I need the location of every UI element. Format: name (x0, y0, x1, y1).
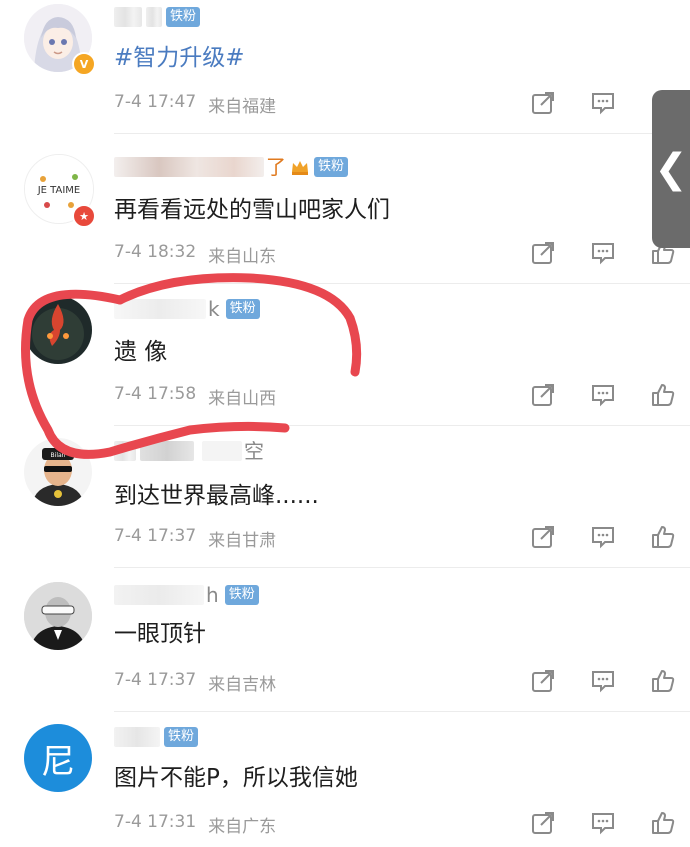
username[interactable]: 了 铁粉 (114, 154, 349, 180)
blurred-name (140, 441, 194, 461)
comment-location: 来自福建 (208, 97, 277, 117)
like-icon[interactable] (650, 668, 676, 694)
fan-badge: 铁粉 (166, 7, 201, 27)
avatar[interactable] (24, 582, 92, 650)
comment-text[interactable]: 图片不能P，所以我信她 (114, 762, 358, 794)
like-icon[interactable] (650, 382, 676, 408)
comment-icon[interactable] (590, 668, 616, 694)
comment-location: 来自山西 (208, 389, 277, 409)
share-icon[interactable] (530, 668, 556, 694)
comment-actions (530, 810, 676, 836)
comment-date: 7-4 18:32 (114, 242, 197, 262)
comment-actions (530, 524, 676, 550)
comment-item: JE TAIME ★ 了 铁粉 再看看远处的雪山吧家人们 7-4 18:32 来… (0, 142, 690, 284)
comment-meta: 7-4 17:31 来自广东 (114, 812, 276, 837)
comment-text[interactable]: 到达世界最高峰...... (114, 480, 319, 512)
comment-item: V 铁粉 #智力升级# 7-4 17:47 来自福建 (0, 0, 690, 134)
comment-actions (530, 668, 676, 694)
comment-icon[interactable] (590, 382, 616, 408)
share-icon[interactable] (530, 90, 556, 116)
blurred-name (114, 299, 206, 319)
side-collapse-tab[interactable]: ❮ (652, 90, 690, 248)
blurred-name (114, 7, 142, 27)
fan-badge: 铁粉 (314, 157, 349, 177)
comment-actions (530, 382, 676, 408)
comment-item: 尼 铁粉 图片不能P，所以我信她 7-4 17:31 来自广东 (0, 712, 690, 847)
username[interactable]: 铁粉 (114, 724, 199, 750)
comment-text[interactable]: 一眼顶针 (114, 618, 206, 650)
username[interactable]: 空 (114, 438, 266, 464)
avatar-char: 尼 (41, 741, 75, 782)
comment-meta: 7-4 17:58 来自山西 (114, 384, 276, 409)
comment-icon[interactable] (590, 90, 616, 116)
comment-date: 7-4 17:31 (114, 812, 197, 832)
like-icon[interactable] (650, 810, 676, 836)
comment-item: k 铁粉 遗 像 7-4 17:58 来自山西 (0, 284, 690, 426)
avatar[interactable]: 尼 (24, 724, 92, 792)
comment-item: Bilan 空 到达世界最高峰...... 7-4 17:37 来自甘肃 (0, 426, 690, 568)
username-visible-part: 了 (266, 155, 286, 179)
divider (114, 567, 690, 568)
avatar[interactable]: Bilan (24, 438, 92, 506)
avatar-lettering: JE TAIME (37, 185, 81, 196)
comment-location: 来自山东 (208, 247, 277, 267)
username[interactable]: k 铁粉 (114, 296, 260, 322)
comment-date: 7-4 17:37 (114, 670, 197, 690)
comment-date: 7-4 17:47 (114, 92, 197, 112)
comment-icon[interactable] (590, 524, 616, 550)
comment-meta: 7-4 18:32 来自山东 (114, 242, 276, 267)
comment-location: 来自吉林 (208, 675, 277, 695)
verified-badge-icon: V (72, 52, 96, 76)
comment-text[interactable]: 再看看远处的雪山吧家人们 (114, 194, 390, 226)
comment-location: 来自甘肃 (208, 531, 277, 551)
username-visible-part: k (208, 297, 220, 321)
share-icon[interactable] (530, 382, 556, 408)
blurred-name (114, 727, 160, 747)
comment-text[interactable]: #智力升级# (114, 42, 245, 74)
fan-badge: 铁粉 (224, 585, 259, 605)
fan-badge: 铁粉 (164, 727, 199, 747)
username-visible-part: 空 (244, 439, 264, 463)
avatar-lettering: Bilan (51, 452, 66, 459)
blurred-name (114, 585, 204, 605)
crown-icon (290, 158, 310, 176)
comment-text[interactable]: 遗 像 (114, 336, 167, 368)
comment-icon[interactable] (590, 810, 616, 836)
rank-badge-icon: ★ (72, 204, 96, 228)
chevron-left-icon: ❮ (654, 146, 688, 192)
comment-meta: 7-4 17:37 来自甘肃 (114, 526, 276, 551)
blurred-name (114, 157, 264, 177)
comment-date: 7-4 17:58 (114, 384, 197, 404)
divider (114, 133, 690, 134)
share-icon[interactable] (530, 240, 556, 266)
username-visible-part: h (206, 583, 219, 607)
blurred-name (202, 441, 242, 461)
blurred-name (146, 7, 162, 27)
username[interactable]: h 铁粉 (114, 582, 259, 608)
share-icon[interactable] (530, 524, 556, 550)
blurred-name (114, 441, 136, 461)
comment-meta: 7-4 17:47 来自福建 (114, 92, 276, 117)
comment-date: 7-4 17:37 (114, 526, 197, 546)
like-icon[interactable] (650, 524, 676, 550)
comment-icon[interactable] (590, 240, 616, 266)
comment-item: h 铁粉 一眼顶针 7-4 17:37 来自吉林 (0, 570, 690, 712)
share-icon[interactable] (530, 810, 556, 836)
comment-location: 来自广东 (208, 817, 277, 837)
username[interactable]: 铁粉 (114, 4, 201, 30)
comment-meta: 7-4 17:37 来自吉林 (114, 670, 276, 695)
avatar[interactable] (24, 296, 92, 364)
fan-badge: 铁粉 (225, 299, 260, 319)
